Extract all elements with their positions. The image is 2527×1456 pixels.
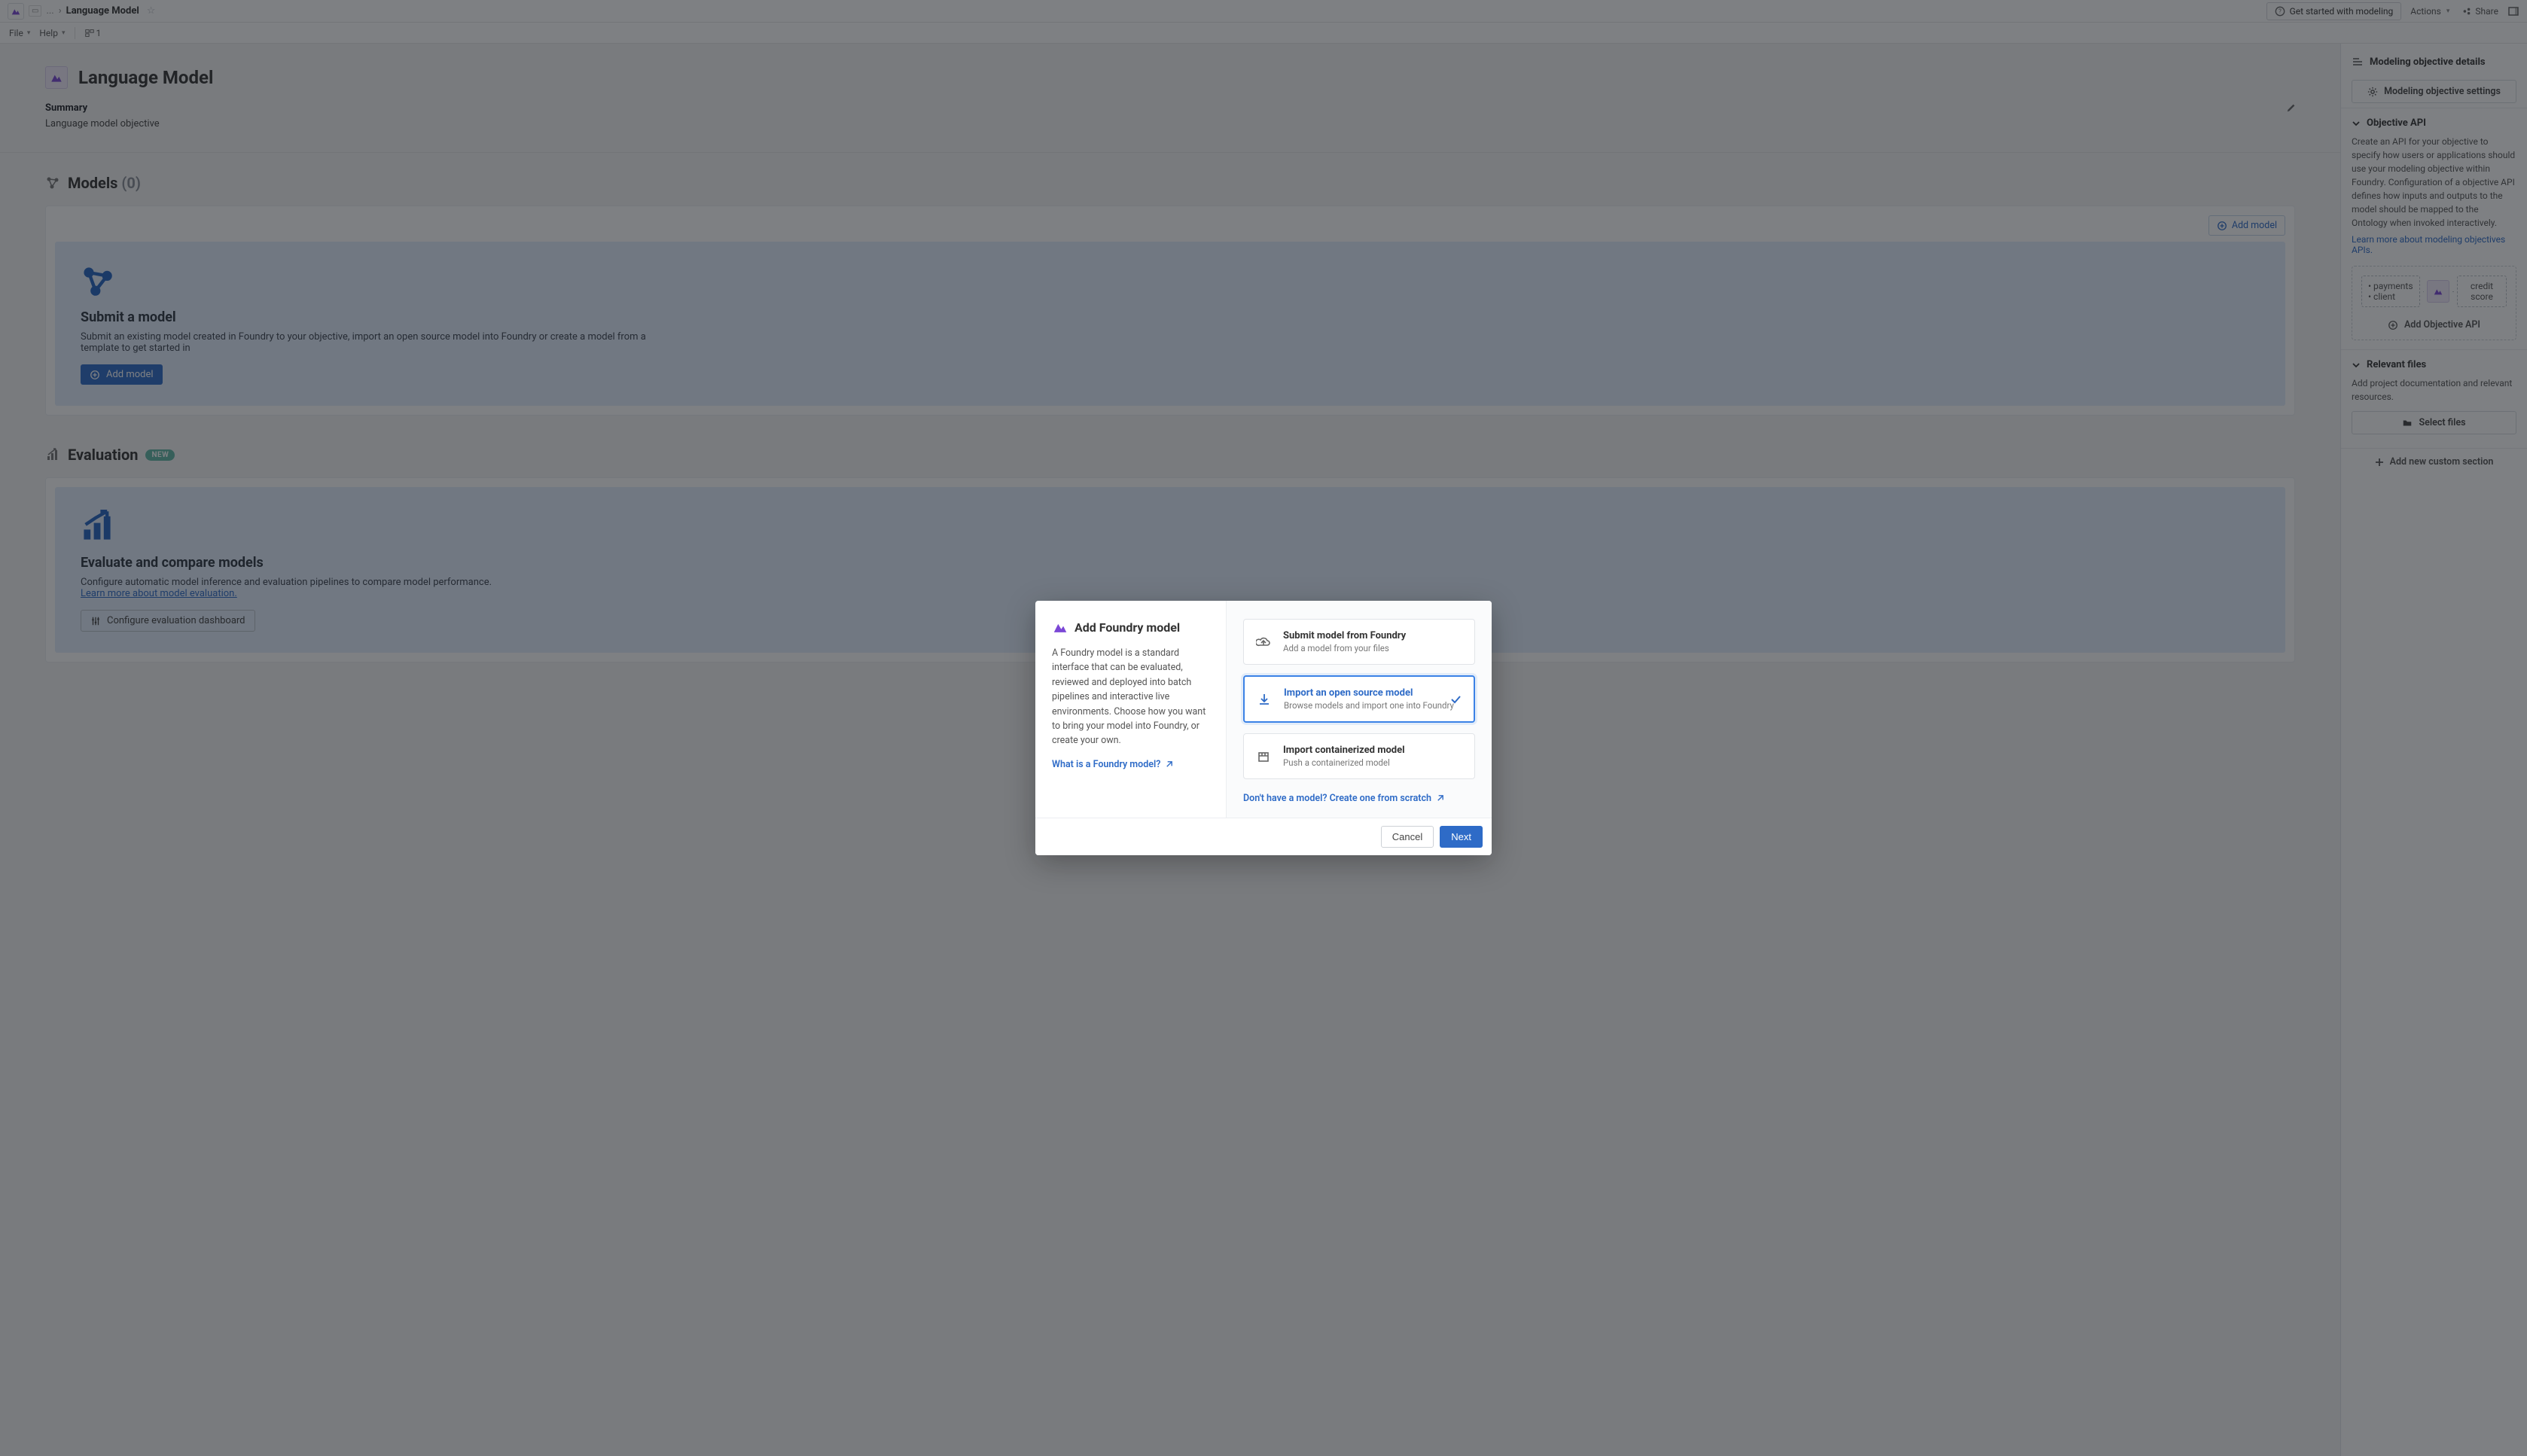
option-title: Submit model from Foundry: [1283, 630, 1406, 641]
check-icon: [1449, 693, 1462, 705]
option-title: Import an open source model: [1284, 687, 1454, 699]
option-title: Import containerized model: [1283, 745, 1405, 756]
option-import-containerized[interactable]: Import containerized model Push a contai…: [1243, 733, 1475, 779]
download-icon: [1257, 692, 1273, 707]
add-foundry-model-dialog: Add Foundry model A Foundry model is a s…: [1035, 601, 1492, 855]
foundry-model-icon: [1052, 619, 1068, 635]
next-button[interactable]: Next: [1440, 826, 1483, 848]
modal-title: Add Foundry model: [1075, 620, 1180, 635]
what-is-foundry-model-link[interactable]: What is a Foundry model?: [1052, 759, 1173, 770]
option-import-open-source[interactable]: Import an open source model Browse model…: [1243, 675, 1475, 723]
package-icon: [1256, 749, 1273, 764]
cloud-upload-icon: [1256, 635, 1273, 650]
cancel-button[interactable]: Cancel: [1381, 826, 1434, 848]
modal-description: A Foundry model is a standard interface …: [1052, 646, 1209, 748]
modal-overlay[interactable]: Add Foundry model A Foundry model is a s…: [0, 0, 2527, 1456]
option-subtitle: Add a model from your files: [1283, 643, 1406, 653]
option-subtitle: Browse models and import one into Foundr…: [1284, 700, 1454, 711]
option-submit-from-foundry[interactable]: Submit model from Foundry Add a model fr…: [1243, 619, 1475, 665]
external-link-icon: [1165, 760, 1173, 769]
option-subtitle: Push a containerized model: [1283, 757, 1405, 768]
create-from-scratch-link[interactable]: Don't have a model? Create one from scra…: [1243, 793, 1475, 804]
external-link-icon: [1436, 794, 1444, 803]
